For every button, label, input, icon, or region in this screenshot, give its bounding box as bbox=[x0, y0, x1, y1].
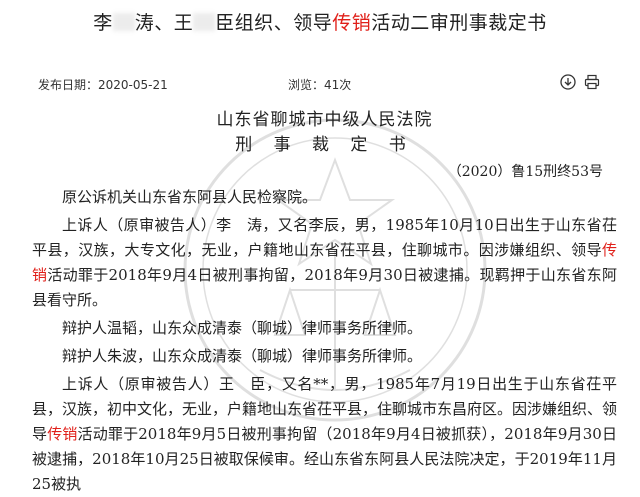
title-text-1: 李 bbox=[93, 12, 113, 34]
action-icons bbox=[560, 74, 600, 90]
date-label: 发布日期： bbox=[38, 78, 99, 92]
paragraph-defender-1: 辩护人温韬，山东众成清泰（聊城）律师事务所律师。 bbox=[62, 319, 423, 337]
meta-bar: 发布日期：2020-05-21 浏览：41次 bbox=[38, 74, 608, 94]
paragraph-defender-2: 辩护人朱波，山东众成清泰（聊城）律师事务所律师。 bbox=[62, 347, 423, 365]
text-segment: 活动罪于2018年9月5日被刑事拘留（2018年9月4日被抓获），2018年9月… bbox=[32, 425, 617, 493]
court-name: 山东省聊城市中级人民法院 bbox=[216, 110, 433, 130]
paragraph-appellant-1: 上诉人（原审被告人）李 涛，又名李辰，男，1985年10月10日出生于山东省茌平… bbox=[32, 213, 617, 313]
title-text-2: 涛、王 bbox=[134, 12, 194, 34]
highlight-keyword: 传销 bbox=[47, 425, 78, 443]
views-value: 41次 bbox=[324, 78, 352, 92]
date-value: 2020-05-21 bbox=[98, 78, 168, 92]
document-type: 刑 事 裁 定 书 bbox=[235, 135, 414, 155]
case-number: （2020）鲁15刑终53号 bbox=[447, 164, 603, 180]
print-icon[interactable] bbox=[584, 74, 600, 90]
redaction-blur bbox=[112, 13, 135, 31]
title-text-4: 活动二审刑事裁定书 bbox=[371, 12, 547, 34]
paragraph-appellant-2: 上诉人（原审被告人）王 臣，又名**，男，1985年7月19日出生于山东省茌平县… bbox=[32, 372, 617, 497]
view-count: 浏览：41次 bbox=[288, 76, 351, 93]
paragraph-prosecutor: 原公诉机关山东省东阿县人民检察院。 bbox=[62, 188, 318, 206]
title-highlight: 传销 bbox=[332, 12, 372, 34]
page-title: 李涛、王 臣组织、领导传销活动二审刑事裁定书 bbox=[0, 8, 640, 35]
download-icon[interactable] bbox=[560, 74, 576, 90]
views-label: 浏览： bbox=[288, 78, 325, 92]
publish-date: 发布日期：2020-05-21 bbox=[38, 76, 168, 93]
judgment-document: 山东省聊城市中级人民法院 刑 事 裁 定 书 （2020）鲁15刑终53号 原公… bbox=[32, 108, 617, 497]
text-segment: 上诉人（原审被告人）李 涛，又名李辰，男，1985年10月10日出生于山东省茌平… bbox=[32, 216, 617, 259]
title-text-3: 臣组织、领导 bbox=[215, 12, 333, 34]
redaction-blur bbox=[193, 13, 216, 31]
text-segment: 活动罪于2018年9月4日被刑事拘留，2018年9月30日被逮捕。现羁押于山东省… bbox=[32, 266, 617, 309]
